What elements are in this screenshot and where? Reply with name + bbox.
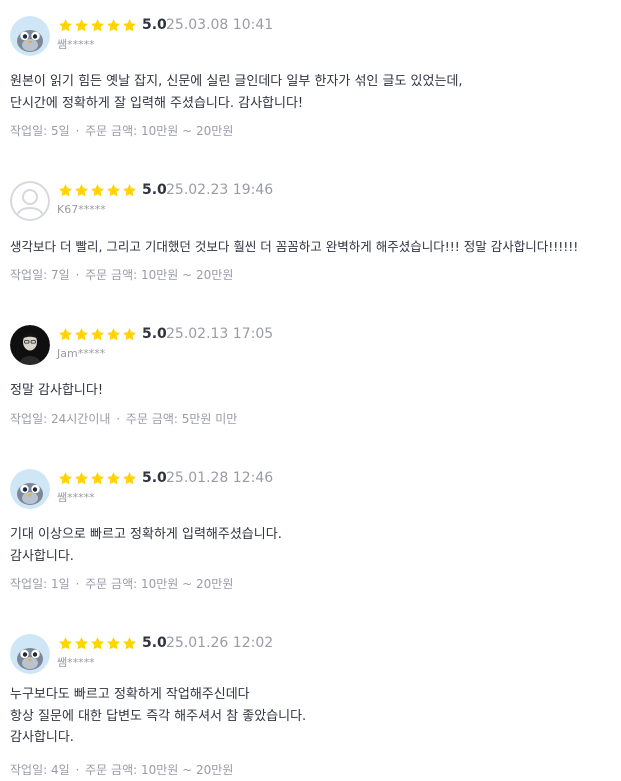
review-meta: 작업일: 5일 · 주문 금액: 10만원 ~ 20만원 (10, 123, 233, 139)
star-icon (59, 472, 72, 485)
work-period: 작업일: 7일 (10, 268, 70, 282)
star-icon (91, 637, 104, 650)
bird-avatar-icon[interactable] (10, 634, 50, 674)
star-icon (123, 637, 136, 650)
star-icon (123, 19, 136, 32)
review-meta: 작업일: 4일 · 주문 금액: 10만원 ~ 20만원 (10, 762, 233, 778)
review-text: 정말 감사합니다! (10, 380, 103, 402)
default-user-avatar-icon[interactable] (10, 181, 50, 221)
review-date: 25.01.26 12:02 (166, 635, 274, 651)
rating-stars (58, 636, 137, 652)
reviewer-name: 쌤***** (57, 38, 95, 51)
rating-score: 5.0 (142, 17, 167, 33)
bird-avatar-icon[interactable] (10, 16, 50, 56)
star-icon (59, 184, 72, 197)
star-icon (59, 637, 72, 650)
review-text-line: 원본이 읽기 힘든 옛날 잡지, 신문에 실린 글인데다 일부 한자가 섞인 글… (10, 74, 463, 89)
rating-score: 5.0 (142, 326, 167, 342)
star-icon (75, 328, 88, 341)
reviewer-name: Jam***** (57, 347, 106, 360)
user-photo-avatar[interactable] (10, 325, 50, 365)
review-date: 25.02.23 19:46 (166, 182, 274, 198)
rating-stars (58, 183, 137, 199)
review-text-line: 감사합니다. (10, 548, 74, 564)
star-icon (91, 184, 104, 197)
review-text: 생각보다 더 빨리, 그리고 기대했던 것보다 훨씬 더 꼼꼼하고 완벽하게 해… (10, 236, 578, 258)
star-icon (91, 472, 104, 485)
review-text-line: 항상 질문에 대한 답변도 즉각 해주셔서 참 좋았습니다. (10, 708, 307, 724)
bird-avatar-icon[interactable] (10, 469, 50, 509)
meta-separator: · (75, 124, 80, 138)
star-icon (75, 472, 88, 485)
review-meta: 작업일: 7일 · 주문 금액: 10만원 ~ 20만원 (10, 267, 233, 283)
order-amount: 주문 금액: 5만원 미만 (125, 412, 238, 426)
meta-separator: · (75, 268, 80, 282)
order-amount: 주문 금액: 10만원 ~ 20만원 (85, 124, 234, 138)
star-icon (91, 328, 104, 341)
star-icon (75, 637, 88, 650)
rating-score: 5.0 (142, 182, 167, 198)
star-icon (107, 637, 120, 650)
work-period: 작업일: 24시간이내 (10, 412, 111, 426)
work-period: 작업일: 5일 (10, 124, 70, 138)
review-date: 25.02.13 17:05 (166, 326, 274, 342)
star-icon (123, 184, 136, 197)
order-amount: 주문 금액: 10만원 ~ 20만원 (85, 763, 234, 777)
review-text: 원본이 읽기 힘든 옛날 잡지, 신문에 실린 글인데다 일부 한자가 섞인 글… (10, 71, 463, 114)
star-icon (75, 184, 88, 197)
order-amount: 주문 금액: 10만원 ~ 20만원 (85, 268, 234, 282)
star-icon (75, 19, 88, 32)
star-icon (123, 328, 136, 341)
review-text-line: 단시간에 정확하게 잘 입력해 주셨습니다. 감사합니다! (10, 95, 304, 111)
meta-separator: · (75, 763, 80, 777)
star-icon (91, 19, 104, 32)
review-text-line: 기대 이상으로 빠르고 정확하게 입력해주셨습니다. (10, 527, 282, 542)
review-meta: 작업일: 24시간이내 · 주문 금액: 5만원 미만 (10, 411, 237, 427)
review-text: 기대 이상으로 빠르고 정확하게 입력해주셨습니다. 감사합니다. (10, 524, 282, 567)
star-icon (107, 328, 120, 341)
rating-stars (58, 471, 137, 487)
reviewer-name: 쌤***** (57, 491, 95, 504)
star-icon (107, 472, 120, 485)
meta-separator: · (75, 577, 80, 591)
rating-score: 5.0 (142, 470, 167, 486)
star-icon (107, 184, 120, 197)
review-text-line: 정말 감사합니다! (10, 383, 104, 398)
order-amount: 주문 금액: 10만원 ~ 20만원 (85, 577, 234, 591)
work-period: 작업일: 1일 (10, 577, 70, 591)
review-date: 25.03.08 10:41 (166, 17, 274, 33)
review-text: 누구보다도 빠르고 정확하게 작업해주신데다 항상 질문에 대한 답변도 즉각 … (10, 684, 306, 749)
reviewer-name: 쌤***** (57, 656, 95, 669)
review-text-line: 생각보다 더 빨리, 그리고 기대했던 것보다 훨씬 더 꼼꼼하고 완벽하게 해… (10, 239, 579, 254)
review-date: 25.01.28 12:46 (166, 470, 274, 486)
review-meta: 작업일: 1일 · 주문 금액: 10만원 ~ 20만원 (10, 576, 233, 592)
rating-score: 5.0 (142, 635, 167, 651)
star-icon (59, 19, 72, 32)
rating-stars (58, 327, 137, 343)
star-icon (107, 19, 120, 32)
star-icon (123, 472, 136, 485)
work-period: 작업일: 4일 (10, 763, 70, 777)
reviewer-name: K67***** (57, 203, 106, 216)
review-text-line: 감사합니다. (10, 730, 74, 745)
review-text-line: 누구보다도 빠르고 정확하게 작업해주신데다 (10, 687, 250, 702)
rating-stars (58, 18, 137, 34)
meta-separator: · (116, 412, 121, 426)
star-icon (59, 328, 72, 341)
